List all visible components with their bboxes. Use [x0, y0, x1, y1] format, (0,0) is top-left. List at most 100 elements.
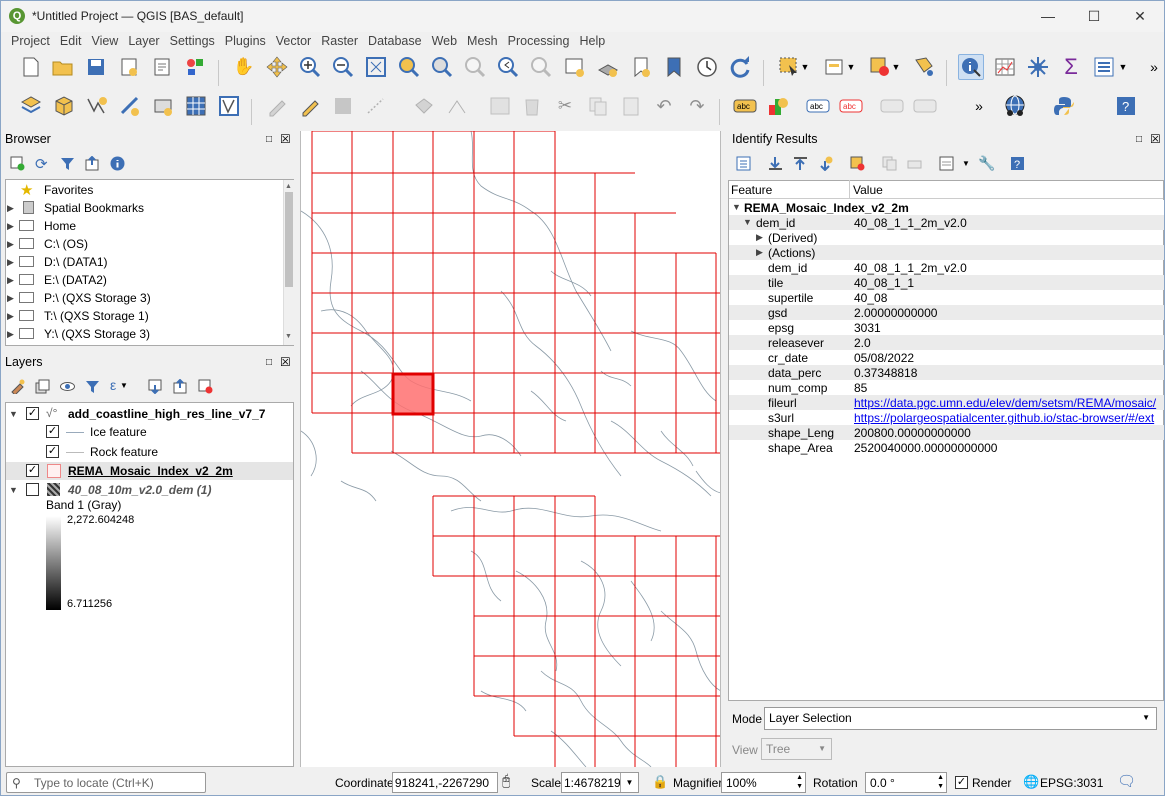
layer-rema[interactable]: ✓ REMA_Mosaic_Index_v2_2m	[6, 462, 293, 480]
style-layer-icon[interactable]	[10, 379, 25, 397]
attr-row[interactable]: gsd 2.00000000000	[729, 305, 1164, 320]
clear-results-icon[interactable]	[850, 156, 865, 174]
select-dropdown-icon[interactable]: ▼	[798, 54, 812, 80]
identify-settings-icon[interactable]: 🔧	[978, 155, 995, 172]
result-layer-row[interactable]: ▼ REMA_Mosaic_Index_v2_2m	[729, 200, 1164, 215]
attr-row[interactable]: supertile 40_08	[729, 290, 1164, 305]
column-value[interactable]: Value	[853, 183, 883, 197]
magnifier-spinbox[interactable]: 100% ▲ ▼	[721, 772, 806, 793]
new-virtual-layer-icon[interactable]	[150, 93, 176, 119]
refresh-icon[interactable]	[727, 54, 753, 80]
attr-row[interactable]: fileurl https://data.pgc.umn.edu/elev/dem…	[729, 395, 1164, 410]
new-bookmark-icon[interactable]	[628, 54, 654, 80]
field-calculator-icon[interactable]	[1025, 54, 1051, 80]
browser-refresh-icon[interactable]: ⟳	[35, 155, 48, 173]
temporal-controller-icon[interactable]	[694, 54, 720, 80]
result-feature-row[interactable]: ▼ dem_id 40_08_1_1_2m_v2.0	[729, 215, 1164, 230]
attr-row[interactable]: cr_date 05/08/2022	[729, 350, 1164, 365]
legend-checkbox[interactable]: ✓	[46, 425, 59, 438]
layout-manager-icon[interactable]	[149, 54, 175, 80]
toggle-editing-icon[interactable]	[297, 93, 323, 119]
save-project-icon[interactable]	[83, 54, 109, 80]
statistics-sigma-icon[interactable]: Σ	[1058, 54, 1084, 80]
highlight-pinned-labels-icon[interactable]: abc	[838, 93, 864, 119]
expand-all-icon[interactable]	[148, 379, 163, 397]
filter-expression-dropdown-icon[interactable]: ▼	[120, 381, 128, 390]
attr-row[interactable]: shape_Leng 200800.00000000000	[729, 425, 1164, 440]
zoom-in-icon[interactable]	[297, 54, 323, 80]
style-manager-icon[interactable]	[182, 54, 208, 80]
menu-vector[interactable]: Vector	[271, 32, 316, 48]
lock-scale-icon[interactable]: 🔒	[652, 774, 668, 790]
collapse-layers-icon[interactable]	[173, 378, 188, 397]
new-project-icon[interactable]	[18, 54, 44, 80]
new-geopackage-icon[interactable]	[51, 93, 77, 119]
add-raster-layer-icon[interactable]	[183, 93, 209, 119]
locator-input[interactable]: ⚲ Type to locate (Ctrl+K)	[6, 772, 206, 793]
layer-visibility-checkbox[interactable]	[26, 483, 39, 496]
close-button[interactable]: ✕	[1117, 1, 1163, 32]
help-contents-icon[interactable]: ?	[1113, 93, 1139, 119]
identify-help-icon[interactable]: ?	[1010, 156, 1025, 174]
crs-label[interactable]: EPSG:3031	[1040, 776, 1103, 790]
fileurl-link[interactable]: https://data.pgc.umn.edu/elev/dem/setsm/…	[854, 396, 1156, 410]
expand-tree-icon[interactable]	[736, 156, 751, 174]
open-project-icon[interactable]	[50, 54, 76, 80]
zoom-out-icon[interactable]	[330, 54, 356, 80]
menu-web[interactable]: Web	[427, 32, 462, 48]
cut-features-icon[interactable]: ✂	[552, 93, 578, 119]
toolbar2-overflow-icon[interactable]: »	[966, 93, 992, 119]
select-by-dropdown-icon[interactable]: ▼	[962, 159, 970, 168]
collapse-arrow-icon[interactable]: ▼	[9, 485, 19, 495]
menu-processing[interactable]: Processing	[503, 32, 575, 48]
collapse-all-icon[interactable]	[85, 155, 100, 174]
modify-attributes-icon[interactable]	[444, 93, 470, 119]
zoom-to-layer-icon[interactable]	[429, 54, 455, 80]
toolbar-overflow-icon[interactable]: »	[1141, 54, 1164, 80]
zoom-full-icon[interactable]	[363, 54, 389, 80]
crs-globe-icon[interactable]: 🌐	[1023, 774, 1039, 790]
styling-dropdown-icon[interactable]: ▼	[1116, 54, 1130, 80]
layer-labeling-icon[interactable]: abc	[805, 93, 831, 119]
browser-scrollbar[interactable]: ▲ ▼	[283, 180, 294, 345]
identify-float-icon[interactable]: □	[1136, 134, 1142, 145]
column-feature[interactable]: Feature	[731, 183, 772, 197]
legend-checkbox[interactable]: ✓	[46, 445, 59, 458]
add-group-icon[interactable]	[35, 379, 50, 397]
select-features-by-icon[interactable]	[939, 156, 954, 174]
remove-layer-icon[interactable]	[198, 379, 213, 397]
show-bookmarks-icon[interactable]	[661, 54, 687, 80]
menu-help[interactable]: Help	[574, 32, 610, 48]
new-shapefile-icon[interactable]	[84, 93, 110, 119]
menu-mesh[interactable]: Mesh	[462, 32, 503, 48]
attribute-edit-icon[interactable]	[487, 93, 513, 119]
save-edits-icon[interactable]	[330, 93, 356, 119]
browser-close-icon[interactable]: ☒	[280, 132, 291, 146]
paste-features-icon[interactable]	[618, 93, 644, 119]
attribute-table-icon[interactable]	[992, 54, 1018, 80]
messages-icon[interactable]: 🗨	[1117, 772, 1136, 790]
menu-raster[interactable]: Raster	[316, 32, 363, 48]
result-derived-row[interactable]: ▶ (Derived)	[729, 230, 1164, 245]
map-canvas[interactable]	[300, 131, 721, 767]
attr-row[interactable]: tile 40_08_1_1	[729, 275, 1164, 290]
s3url-link[interactable]: https://polargeospatialcenter.github.io/…	[854, 411, 1154, 425]
toggle-extents-icon[interactable]: 🖰	[502, 772, 510, 789]
layer-visibility-checkbox[interactable]: ✓	[26, 464, 39, 477]
delete-selected-icon[interactable]	[519, 93, 545, 119]
browser-filter-icon[interactable]	[60, 156, 75, 174]
select-location-icon[interactable]	[912, 54, 938, 80]
expand-new-results-icon[interactable]	[818, 156, 833, 174]
collapse-all-results-icon[interactable]	[793, 156, 808, 174]
globe-plugin-icon[interactable]	[1002, 93, 1028, 119]
attr-row[interactable]: epsg 3031	[729, 320, 1164, 335]
filter-by-expression-icon[interactable]: ε	[110, 377, 116, 393]
collapse-arrow-icon[interactable]: ▼	[9, 409, 19, 419]
new-print-layout-icon[interactable]	[116, 54, 142, 80]
open-layer-styling-icon[interactable]	[1091, 54, 1117, 80]
menu-view[interactable]: View	[86, 32, 123, 48]
diagram-options-icon[interactable]	[765, 93, 791, 119]
deselect-dropdown-icon[interactable]: ▼	[889, 54, 903, 80]
identify-features-icon[interactable]	[958, 54, 984, 80]
menu-plugins[interactable]: Plugins	[220, 32, 271, 48]
